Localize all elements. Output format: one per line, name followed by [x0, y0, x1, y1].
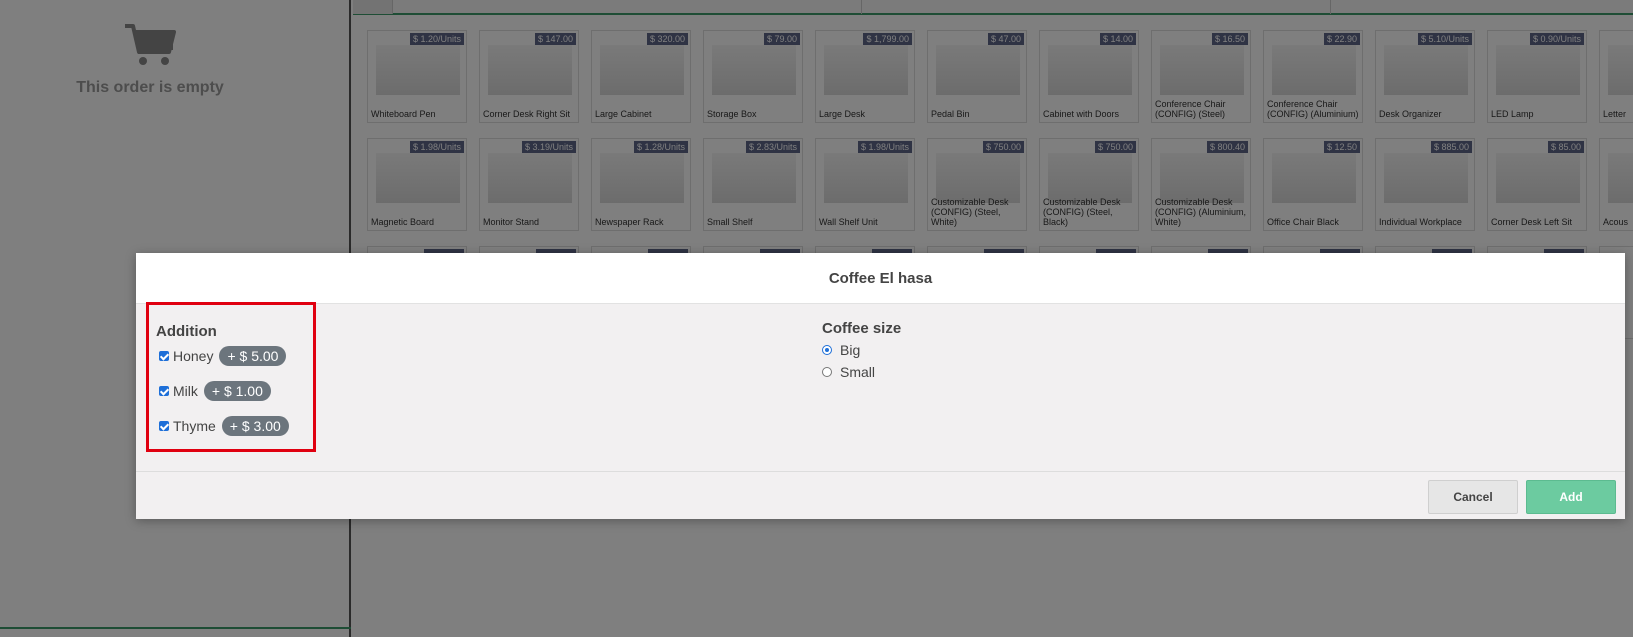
addition-option-thyme[interactable]: Thyme + $ 3.00	[159, 415, 289, 437]
cancel-button[interactable]: Cancel	[1428, 480, 1518, 514]
addition-label: Thyme	[173, 418, 216, 434]
addition-price-badge: + $ 5.00	[219, 346, 287, 366]
small-radio[interactable]	[822, 367, 832, 377]
dialog-body: Addition Honey + $ 5.00 Milk + $ 1.00 Th…	[136, 302, 1625, 471]
addition-price-badge: + $ 1.00	[203, 381, 271, 401]
thyme-checkbox[interactable]	[159, 421, 169, 431]
size-option-small[interactable]: Small	[822, 361, 901, 383]
dialog-footer: Cancel Add	[136, 471, 1625, 519]
milk-checkbox[interactable]	[159, 386, 169, 396]
dialog-title: Coffee El hasa	[136, 253, 1625, 304]
big-radio[interactable]	[822, 345, 832, 355]
addition-label: Honey	[173, 348, 214, 364]
coffee-size-group: Coffee size Big Small	[822, 320, 901, 383]
addition-group: Addition Honey + $ 5.00 Milk + $ 1.00 Th…	[146, 302, 316, 452]
addition-option-honey[interactable]: Honey + $ 5.00	[159, 345, 287, 367]
addition-title: Addition	[156, 323, 217, 340]
addition-label: Milk	[173, 383, 198, 399]
size-label: Small	[840, 364, 876, 380]
honey-checkbox[interactable]	[159, 351, 169, 361]
add-button[interactable]: Add	[1526, 480, 1616, 514]
addition-option-milk[interactable]: Milk + $ 1.00	[159, 380, 271, 402]
product-configurator-dialog: Coffee El hasa Addition Honey + $ 5.00 M…	[136, 253, 1625, 519]
size-option-big[interactable]: Big	[822, 339, 901, 361]
size-label: Big	[840, 342, 861, 358]
addition-price-badge: + $ 3.00	[221, 416, 289, 436]
coffee-size-title: Coffee size	[822, 320, 902, 337]
